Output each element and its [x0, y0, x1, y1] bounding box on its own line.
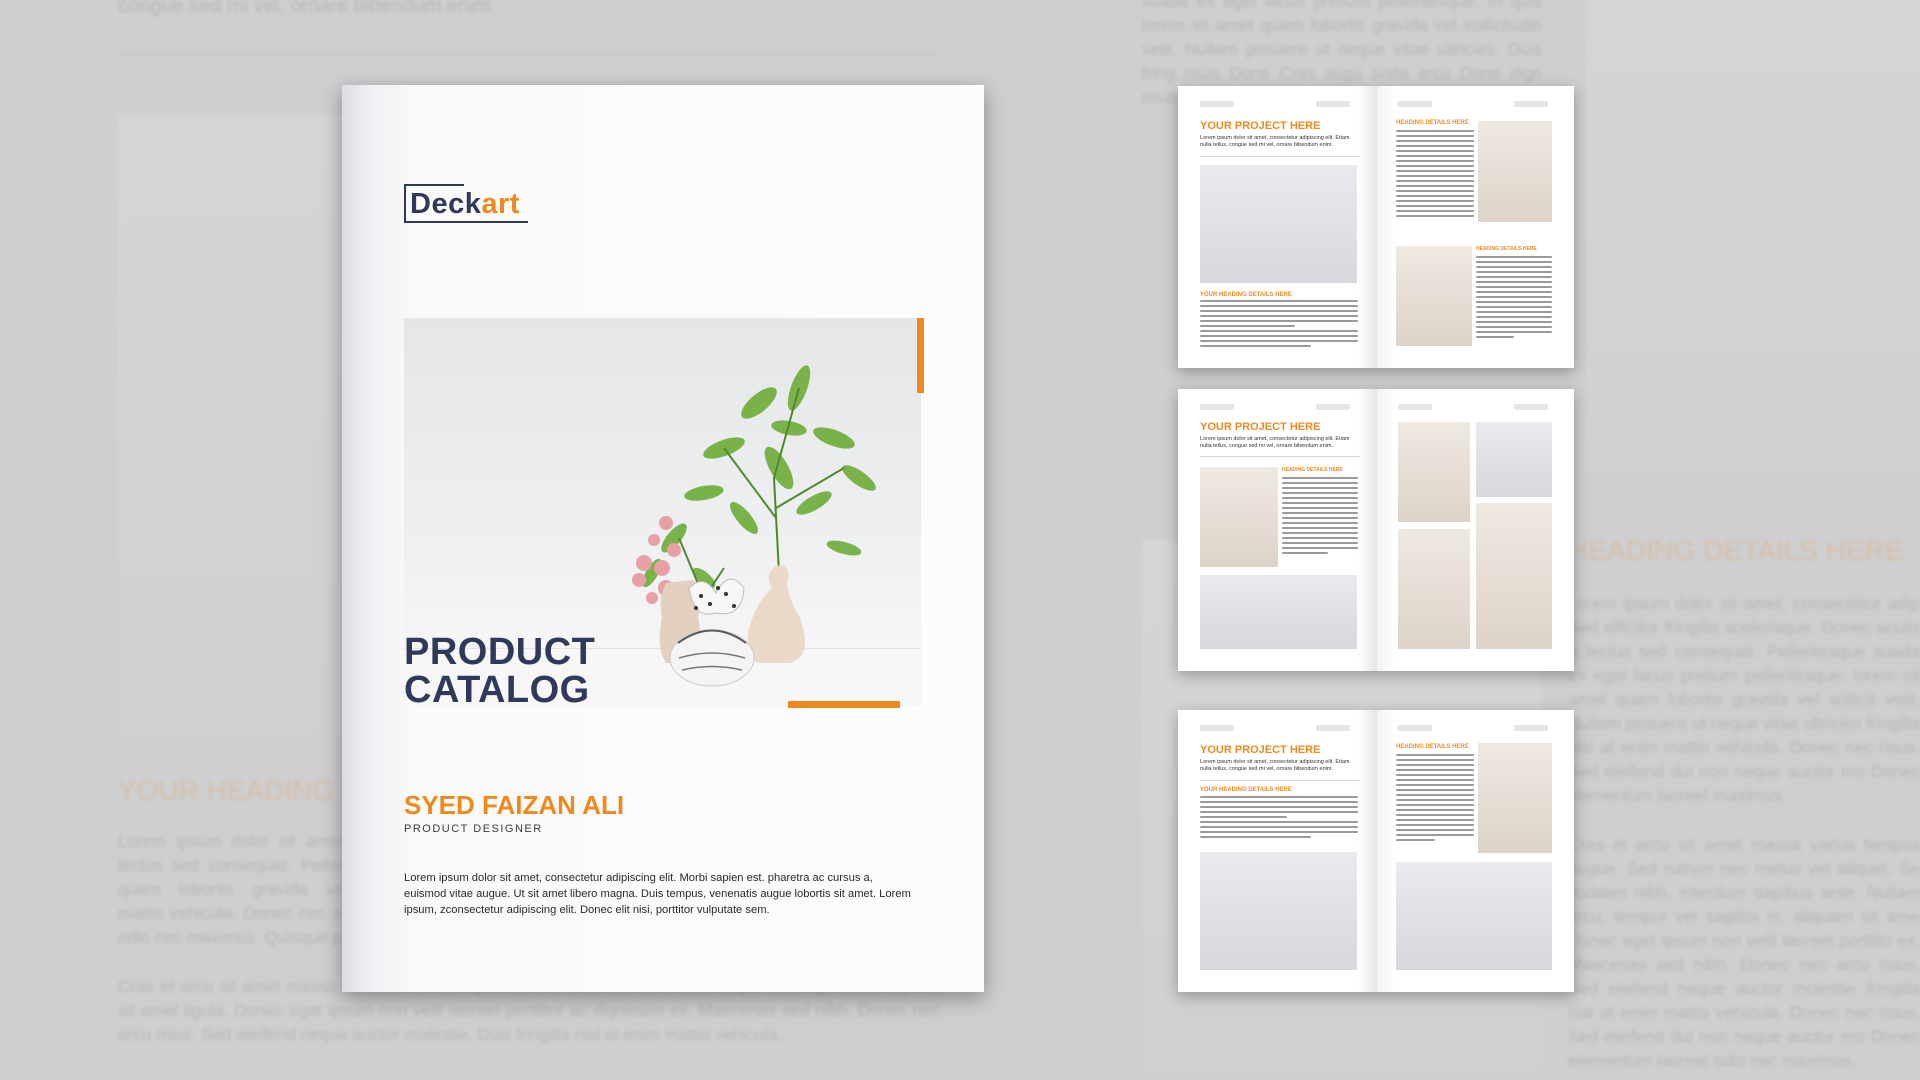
cover-description: Lorem ipsum dolor sit amet, consectetur …: [404, 872, 911, 916]
body-text: [1396, 754, 1474, 844]
cover-title: PRODUCT CATALOG: [404, 633, 595, 709]
accent-bar-horizontal: [788, 701, 900, 708]
body-text: [1200, 300, 1358, 350]
spread-intro: Lorem ipsum dolor sit amet, consectetur …: [1200, 135, 1350, 148]
spread-subheading: YOUR HEADING DETAILS HERE: [1200, 787, 1292, 793]
page-tag: [1514, 101, 1548, 107]
page-tag: [1316, 725, 1350, 731]
page-tag: [1316, 404, 1350, 410]
spread-subheading: YOUR HEADING DETAILS HERE: [1200, 292, 1292, 298]
spread-subheading: HEADING DETAILS HERE: [1476, 246, 1537, 252]
cover-title-line2: CATALOG: [404, 669, 590, 711]
page-tag: [1398, 725, 1432, 731]
photo-hand-vase: [1396, 246, 1472, 346]
photo-sofa: [1200, 575, 1357, 649]
divider: [1200, 780, 1360, 781]
spread-title: YOUR PROJECT HERE: [1200, 120, 1321, 132]
cover-title-line1: PRODUCT: [404, 631, 596, 673]
accent-bar-vertical: [917, 318, 924, 393]
spread-subheading: HEADING DETAILS HERE: [1282, 467, 1343, 473]
catalog-spread-2: YOUR PROJECT HERE Lorem ipsum dolor sit …: [1178, 389, 1574, 671]
photo-tall-vases: [1476, 503, 1552, 649]
photo-dark-vase: [1476, 422, 1552, 497]
photo-wall-art: [1200, 467, 1278, 567]
logo-text-orange: art: [481, 188, 520, 220]
photo-amber-vase: [1396, 862, 1552, 970]
photo-dried-flowers-3: [1478, 743, 1552, 853]
page-tag: [1200, 404, 1234, 410]
spread-subheading: HEADING DETAILS HERE: [1396, 744, 1469, 750]
page-tag: [1398, 101, 1432, 107]
page-tag: [1514, 404, 1548, 410]
logo-text: Deckart: [410, 188, 520, 221]
spread-intro: Lorem ipsum dolor sit amet, consectetur …: [1200, 759, 1350, 772]
divider: [1200, 456, 1360, 457]
spread-title: YOUR PROJECT HERE: [1200, 744, 1321, 756]
body-text: [1476, 256, 1552, 341]
body-text: [1200, 796, 1358, 841]
logo-text-dark: Deck: [410, 188, 482, 220]
page-tag: [1514, 725, 1548, 731]
page-tag: [1200, 725, 1234, 731]
page-tag: [1398, 404, 1432, 410]
spread-title: YOUR PROJECT HERE: [1200, 421, 1321, 433]
divider: [1200, 156, 1360, 157]
author-role: PRODUCT DESIGNER: [404, 823, 543, 835]
body-text: [1282, 477, 1358, 557]
cover-page: Deckart PRODUCT CATALOG SYED FAIZAN ALI …: [342, 85, 984, 992]
spread-intro: Lorem ipsum dolor sit amet, consectetur …: [1200, 436, 1350, 449]
photo-succulent: [1200, 852, 1357, 970]
catalog-spread-3: YOUR PROJECT HERE Lorem ipsum dolor sit …: [1178, 710, 1574, 992]
page-tag: [1200, 101, 1234, 107]
spread-subheading: HEADING DETAILS HERE: [1396, 120, 1469, 126]
catalog-spread-1: YOUR PROJECT HERE Lorem ipsum dolor sit …: [1178, 86, 1574, 368]
photo-gypsophila: [1200, 165, 1357, 283]
author-name: SYED FAIZAN ALI: [404, 790, 625, 820]
photo-dried-flowers-1: [1398, 422, 1470, 522]
photo-armchair: [1478, 121, 1552, 222]
photo-dried-flowers-2: [1398, 529, 1470, 649]
body-text: [1396, 130, 1474, 220]
page-tag: [1316, 101, 1350, 107]
